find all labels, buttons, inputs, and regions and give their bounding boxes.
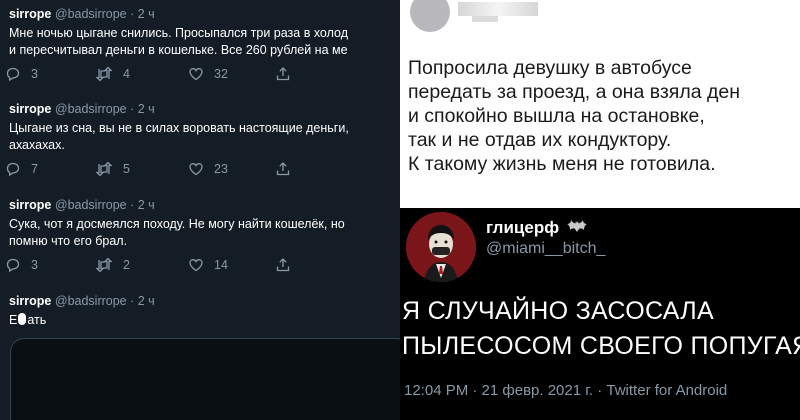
retweet-icon xyxy=(95,66,113,82)
tweet-header: sirrope @badsirrope · 2 ч xyxy=(9,197,400,213)
tweet-time: · 2 ч xyxy=(130,102,155,116)
tweet-time: · 2 ч xyxy=(130,7,155,21)
avatar[interactable] xyxy=(406,212,476,282)
tweet-media[interactable] xyxy=(10,338,400,420)
tweet-text-line: и спокойно вышла на остановке, xyxy=(408,105,705,127)
tweet-text-line: Мне ночью цыгане снились. Просыпался три… xyxy=(9,26,349,40)
like-button[interactable]: 14 xyxy=(188,257,228,273)
tweet-text: Цыгане из сна, вы не в силах воровать на… xyxy=(9,120,400,154)
like-icon xyxy=(189,68,203,81)
like-button[interactable]: 23 xyxy=(188,161,228,177)
tweet-text: Попросила девушку в автобусе передать за… xyxy=(408,56,740,176)
tweet-text-line: Цыгане из сна, вы не в силах воровать на… xyxy=(9,121,349,135)
retweet-count: 2 xyxy=(123,258,130,272)
bottom-right-tweet: глицерф @miami__bitch_ Я СЛУЧАЙНО ЗАСОСА… xyxy=(400,208,800,420)
author-name[interactable]: sirrope xyxy=(9,7,51,21)
left-tweet-thread: sirrope @badsirrope · 2 ч Мне ночью цыга… xyxy=(0,0,400,420)
author-handle[interactable]: @miami__bitch_ xyxy=(486,240,605,258)
tweet-text: Я СЛУЧАЙНО ЗАСОСАЛА ПЫЛЕСОСОМ СВОЕГО ПОП… xyxy=(402,294,800,364)
share-icon xyxy=(276,67,290,81)
like-icon xyxy=(189,163,203,176)
tweet-text: Сука, чот я досмеялся походу. Не могу на… xyxy=(9,216,400,250)
tweet-text-line: ахахахах. xyxy=(9,138,65,152)
like-button[interactable]: 32 xyxy=(188,66,228,82)
author-name[interactable]: sirrope xyxy=(9,294,51,308)
tweet-text-line: Попросила девушку в автобусе xyxy=(408,57,692,79)
tweet-actions: 7 5 23 xyxy=(5,161,385,179)
top-right-tweet: Попросила девушку в автобусе передать за… xyxy=(400,0,800,208)
reply-button[interactable]: 3 xyxy=(5,257,38,273)
tweet-time: · 2 ч xyxy=(130,198,155,212)
reply-count: 3 xyxy=(31,258,38,272)
author-handle[interactable]: @badsirrope xyxy=(55,294,127,308)
share-button[interactable] xyxy=(275,66,291,82)
like-count: 23 xyxy=(214,162,228,176)
tweet-text-line: помню что его брал. xyxy=(9,234,128,248)
reply-icon xyxy=(6,67,20,82)
tweet-text-end: ать xyxy=(27,313,47,327)
tweet-text-line: так и не отдав их кондуктору. xyxy=(408,129,672,151)
author-handle[interactable]: @badsirrope xyxy=(55,102,127,116)
retweet-button[interactable]: 5 xyxy=(95,161,130,177)
tweet-3[interactable]: sirrope @badsirrope · 2 ч Сука, чот я до… xyxy=(9,197,400,250)
tweet-text: Еать xyxy=(9,312,400,329)
share-button[interactable] xyxy=(275,161,291,177)
retweet-icon xyxy=(95,257,113,273)
tweet-text: Мне ночью цыгане снились. Просыпался три… xyxy=(9,25,400,59)
reply-button[interactable]: 3 xyxy=(5,66,38,82)
blurred-name xyxy=(458,2,538,16)
retweet-button[interactable]: 2 xyxy=(95,257,130,273)
tweet-text-start: Е xyxy=(9,313,18,327)
blurred-handle xyxy=(472,16,498,22)
reply-button[interactable]: 7 xyxy=(5,161,38,177)
tweet-actions: 3 2 14 xyxy=(5,257,385,275)
author-handle[interactable]: @badsirrope xyxy=(55,7,127,21)
tweet-actions: 3 4 32 xyxy=(5,66,385,84)
like-count: 32 xyxy=(214,67,228,81)
retweet-icon xyxy=(95,161,113,177)
share-icon xyxy=(276,258,290,272)
tweet-2[interactable]: sirrope @badsirrope · 2 ч Цыгане из сна,… xyxy=(9,101,400,154)
author-name[interactable]: глицерф xyxy=(486,218,587,238)
tweet-time: · 2 ч xyxy=(130,294,155,308)
retweet-count: 5 xyxy=(123,162,130,176)
retweet-count: 4 xyxy=(123,67,130,81)
tweet-text-line: передать за проезд, а она взяла ден xyxy=(408,81,740,103)
tweet-header: sirrope @badsirrope · 2 ч xyxy=(9,101,400,117)
author-handle[interactable]: @badsirrope xyxy=(55,198,127,212)
share-icon xyxy=(276,162,290,176)
tweet-header: sirrope @badsirrope · 2 ч xyxy=(9,293,400,309)
tweet-text-line: и пересчитывал деньги в кошельке. Все 26… xyxy=(9,43,348,57)
tweet-text-line: Сука, чот я досмеялся походу. Не могу на… xyxy=(9,217,345,231)
tweet-text-line: К такому жизнь меня не готовила. xyxy=(408,153,716,175)
tweet-text-line: Я СЛУЧАЙНО ЗАСОСАЛА xyxy=(402,297,714,325)
tweet-header: sirrope @badsirrope · 2 ч xyxy=(9,6,400,22)
retweet-button[interactable]: 4 xyxy=(95,66,130,82)
author-name[interactable]: sirrope xyxy=(9,102,51,116)
tweet-text-line: ПЫЛЕСОСОМ СВОЕГО ПОПУГАЯ xyxy=(402,332,800,360)
share-button[interactable] xyxy=(275,257,291,273)
like-count: 14 xyxy=(214,258,228,272)
avatar-illustration xyxy=(406,212,476,282)
tweet-1[interactable]: sirrope @badsirrope · 2 ч Мне ночью цыга… xyxy=(9,6,400,59)
tweet-4[interactable]: sirrope @badsirrope · 2 ч Еать xyxy=(9,293,400,329)
reply-count: 7 xyxy=(31,162,38,176)
reply-icon xyxy=(6,258,20,273)
avatar[interactable] xyxy=(410,0,450,32)
bat-emoji-icon xyxy=(566,220,587,232)
reply-count: 3 xyxy=(31,67,38,81)
author-name[interactable]: sirrope xyxy=(9,198,51,212)
like-icon xyxy=(189,259,203,272)
censor-blur xyxy=(18,313,27,325)
tweet-timestamp[interactable]: 12:04 PM · 21 февр. 2021 г. · Twitter fo… xyxy=(404,382,727,399)
reply-icon xyxy=(6,162,20,177)
